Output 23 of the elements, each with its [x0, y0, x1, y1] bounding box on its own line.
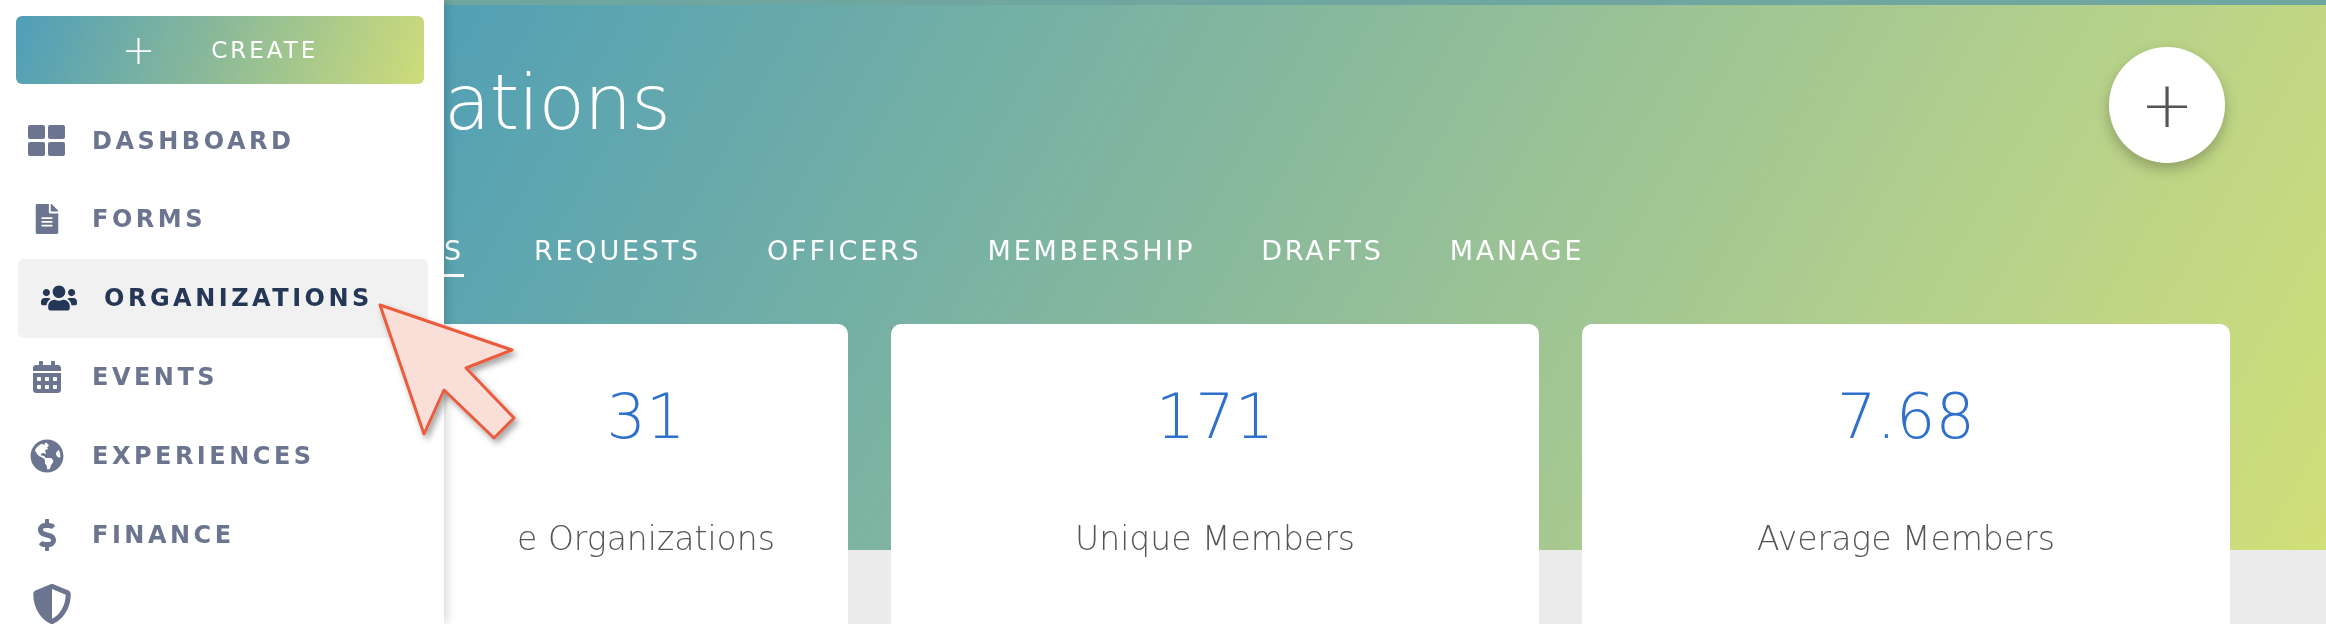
shield-icon[interactable]	[32, 584, 72, 624]
pointer-arrow-icon	[378, 303, 516, 440]
nav-item[interactable]: FINANCE	[18, 495, 245, 574]
nav-item[interactable]: EXPERIENCES	[18, 416, 325, 496]
nav-item[interactable]: EVENTS	[18, 337, 229, 417]
stat-value: 31	[606, 380, 686, 453]
tab[interactable]: OFFICERS	[767, 234, 988, 277]
tab[interactable]: MEMBERSHIP	[987, 234, 1262, 277]
grid-icon	[28, 124, 66, 157]
stat-value: 7.68	[1836, 380, 1975, 453]
stat-value: 171	[1155, 380, 1275, 453]
nav-item[interactable]: DASHBOARD	[18, 101, 305, 181]
create-button[interactable]: + CREATE	[16, 16, 424, 85]
page-title: ations	[444, 58, 670, 149]
nav-item[interactable]: ORGANIZATIONS	[18, 258, 428, 338]
stat-label: Unique Members	[1075, 519, 1355, 558]
calendar-icon	[31, 361, 63, 394]
stat-label: e Organizations	[517, 519, 775, 558]
stat-label: Average Members	[1757, 519, 2055, 558]
nav-item[interactable]: FORMS	[18, 180, 216, 259]
globe-icon	[30, 438, 64, 473]
tab[interactable]: S	[444, 234, 464, 277]
tab[interactable]: REQUESTS	[533, 234, 768, 277]
